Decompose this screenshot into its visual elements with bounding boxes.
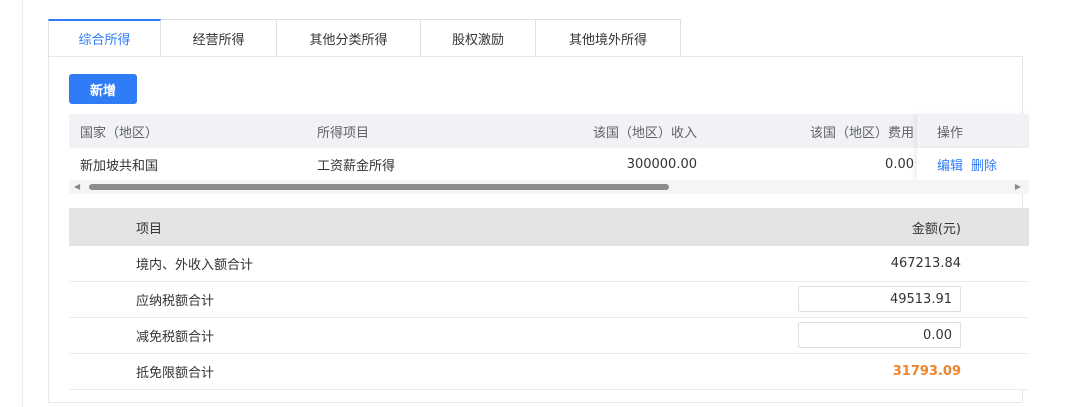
summary-row-total-income: 境内、外收入额合计 467213.84 (69, 246, 1029, 282)
header-country: 国家（地区） (80, 125, 159, 141)
edit-link[interactable]: 编辑 (937, 155, 963, 174)
add-button[interactable]: 新增 (69, 74, 137, 104)
header-country-expense: 该国（地区）费用 (809, 125, 914, 141)
credit-limit-label: 抵免限额合计 (136, 366, 215, 381)
page-border (22, 0, 23, 407)
tax-payable-label: 应纳税额合计 (136, 294, 215, 309)
tax-payable-input[interactable] (798, 286, 961, 312)
table-row: 新加坡共和国 工资薪金所得 300000.00 0.00 编辑 删除 (69, 148, 1029, 181)
summary-header-item: 项目 (136, 221, 163, 237)
total-income-value: 467213.84 (890, 256, 961, 271)
total-income-label: 境内、外收入额合计 (136, 258, 254, 273)
tax-reduction-label: 减免税额合计 (136, 330, 215, 345)
cell-country-expense: 0.00 (885, 156, 914, 172)
tab-other-overseas-income[interactable]: 其他境外所得 (536, 19, 681, 57)
tab-comprehensive-income[interactable]: 综合所得 (48, 19, 161, 57)
cell-operations: 编辑 删除 (917, 148, 1029, 180)
table-header: 国家（地区） 所得项目 该国（地区）收入 该国（地区）费用 操作 (69, 114, 1029, 148)
horizontal-scrollbar[interactable]: ◀ ▶ (69, 180, 1029, 194)
foreign-income-table: 国家（地区） 所得项目 该国（地区）收入 该国（地区）费用 操作 新加坡共和国 … (69, 114, 1029, 181)
scrollbar-thumb[interactable] (89, 184, 669, 190)
delete-link[interactable]: 删除 (971, 155, 997, 174)
header-country-income: 该国（地区）收入 (592, 125, 697, 141)
summary-row-credit-limit: 抵免限额合计 31793.09 (69, 354, 1029, 390)
header-operations: 操作 (917, 114, 1029, 148)
tax-summary-table: 项目 金额(元) 境内、外收入额合计 467213.84 应纳税额合计 减免税额… (69, 208, 1029, 390)
summary-row-tax-reduction: 减免税额合计 (69, 318, 1029, 354)
tab-business-income[interactable]: 经营所得 (161, 19, 277, 57)
tab-other-category-income[interactable]: 其他分类所得 (277, 19, 421, 57)
tax-reduction-input[interactable] (798, 322, 961, 348)
scroll-left-icon[interactable]: ◀ (74, 182, 80, 192)
cell-country: 新加坡共和国 (80, 158, 159, 174)
tab-equity-incentive[interactable]: 股权激励 (421, 19, 536, 57)
scroll-right-icon[interactable]: ▶ (1015, 182, 1021, 192)
summary-header-amount: 金额(元) (911, 221, 961, 237)
cell-country-income: 300000.00 (626, 156, 697, 172)
income-type-tabs: 综合所得 经营所得 其他分类所得 股权激励 其他境外所得 (48, 19, 681, 57)
summary-row-tax-payable: 应纳税额合计 (69, 282, 1029, 318)
summary-header: 项目 金额(元) (69, 208, 1029, 246)
credit-limit-value: 31793.09 (892, 364, 961, 379)
